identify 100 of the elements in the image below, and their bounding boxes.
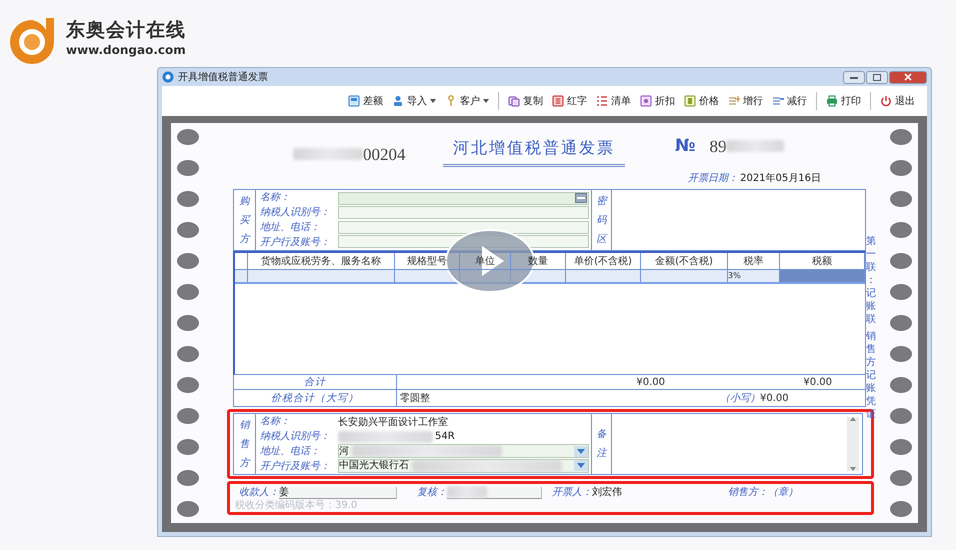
redacted-text (447, 486, 487, 498)
redacted-text (293, 148, 363, 160)
version-text: 税收分类编码版本号：39.0 (234, 500, 358, 511)
field-value: 54R (435, 430, 455, 444)
close-button[interactable] (889, 70, 927, 84)
issuer-name: 刘宏伟 (592, 486, 622, 500)
power-icon (880, 95, 892, 107)
input-field[interactable] (338, 192, 589, 205)
toolbar-button[interactable]: 红字 (552, 94, 587, 108)
table-cell[interactable] (248, 270, 395, 284)
total-amount: ¥0.00 (635, 376, 665, 390)
lookup-button[interactable] (575, 193, 587, 204)
side-label: 销售方 (240, 418, 250, 470)
toolbar-button[interactable]: 增行 (728, 94, 763, 108)
invoice-number: 89 (709, 136, 726, 158)
dropdown-field[interactable]: 河 (338, 444, 589, 458)
table-cell[interactable] (566, 270, 641, 284)
punch-hole (177, 222, 199, 238)
dropdown-arrow-icon (577, 448, 585, 454)
caret-icon (430, 99, 436, 103)
toolbar-button[interactable]: 差额 (348, 94, 383, 108)
app-icon (162, 71, 174, 83)
exit-button[interactable]: 退出 (880, 94, 915, 108)
scroll-up-icon (850, 417, 856, 421)
scrollbar[interactable] (847, 417, 859, 471)
maximize-button[interactable] (866, 70, 888, 84)
toolbar-button[interactable]: 导入 (392, 94, 436, 108)
punch-hole (890, 160, 912, 176)
toolbar-button[interactable]: 价格 (684, 94, 719, 108)
toolbar-button[interactable]: 客户 (445, 94, 489, 108)
dropdown-field[interactable]: 中国光大银行石 (338, 458, 589, 473)
table-cell[interactable] (780, 270, 865, 284)
brand-url: www.dongao.com (66, 42, 186, 59)
copy-label: 第一联：记账联 (866, 235, 876, 326)
punch-hole (177, 284, 199, 300)
maximize-icon (873, 74, 881, 80)
punch-hole (177, 191, 199, 207)
number-sign: № (675, 134, 696, 158)
printer-icon (826, 95, 838, 107)
field-label: 地址、电话： (260, 444, 321, 459)
punch-hole (177, 470, 199, 486)
remove-row-icon (772, 95, 784, 107)
field-label: 名称： (260, 415, 291, 429)
scroll-down-icon (850, 467, 856, 471)
minimize-button[interactable] (843, 70, 865, 84)
punch-hole (177, 160, 199, 176)
field-value: 长安勋兴平面设计工作室 (338, 416, 448, 430)
table-cell[interactable] (641, 270, 728, 284)
field-label: 纳税人识别号： (260, 206, 331, 220)
input-field[interactable] (338, 220, 589, 234)
punch-hole (890, 346, 912, 362)
toolbar-button[interactable]: 折扣 (640, 94, 675, 108)
redacted-text (726, 140, 784, 152)
punch-hole (890, 222, 912, 238)
grand-total-label: 价税合计（大写） (234, 390, 397, 406)
row-header[interactable] (235, 270, 248, 284)
issue-date: 2021年05月16日 (740, 172, 821, 186)
date-label: 开票日期： (688, 172, 738, 186)
punch-hole (890, 501, 912, 517)
dropdown-arrow-icon (577, 463, 585, 468)
field-label: 地址、电话： (260, 220, 321, 235)
punch-hole (177, 377, 199, 393)
punch-hole (890, 408, 912, 424)
price-icon (684, 95, 696, 107)
punch-hole (890, 470, 912, 486)
punch-hole (177, 439, 199, 455)
document-icon (552, 95, 564, 107)
amount-in-words: 零圆整 (399, 392, 430, 406)
reviewer-field[interactable] (447, 486, 542, 498)
punch-hole (177, 129, 199, 145)
payee-label: 收款人： (239, 486, 279, 500)
window-title: 开具增值税普通发票 (178, 70, 268, 84)
minus-icon (577, 196, 585, 200)
toolbar-button[interactable]: 打印 (826, 94, 861, 108)
add-row-icon (728, 95, 740, 107)
punch-hole (177, 346, 199, 362)
table-cell[interactable]: 3% (728, 270, 780, 284)
list-icon (596, 95, 608, 107)
field-label: 名称： (260, 191, 291, 205)
invoice-code: 00204 (363, 144, 406, 166)
input-field[interactable] (338, 206, 589, 220)
toolbar-button[interactable]: 减行 (772, 94, 807, 108)
reviewer-label: 复核： (417, 486, 447, 500)
amount-in-figures: ¥0.00 (760, 392, 789, 406)
minimize-icon (850, 74, 858, 80)
toolbar-button[interactable]: 清单 (596, 94, 631, 108)
side-label: 密码区 (596, 194, 606, 246)
person-icon (392, 95, 404, 107)
field-label: 开户行及账号： (260, 460, 331, 474)
total-tax: ¥0.00 (802, 376, 833, 390)
punch-hole (890, 284, 912, 300)
brand-name: 东奥会计在线 (66, 20, 186, 41)
toolbar-button[interactable]: 复制 (508, 94, 543, 108)
punch-hole (177, 253, 199, 269)
punch-hole (890, 129, 912, 145)
side-label: 购买方 (240, 194, 250, 246)
punch-hole (890, 439, 912, 455)
field-label: 开户行及账号： (260, 236, 331, 250)
punch-hole (890, 191, 912, 207)
payee-field[interactable]: 姜 (279, 486, 397, 498)
